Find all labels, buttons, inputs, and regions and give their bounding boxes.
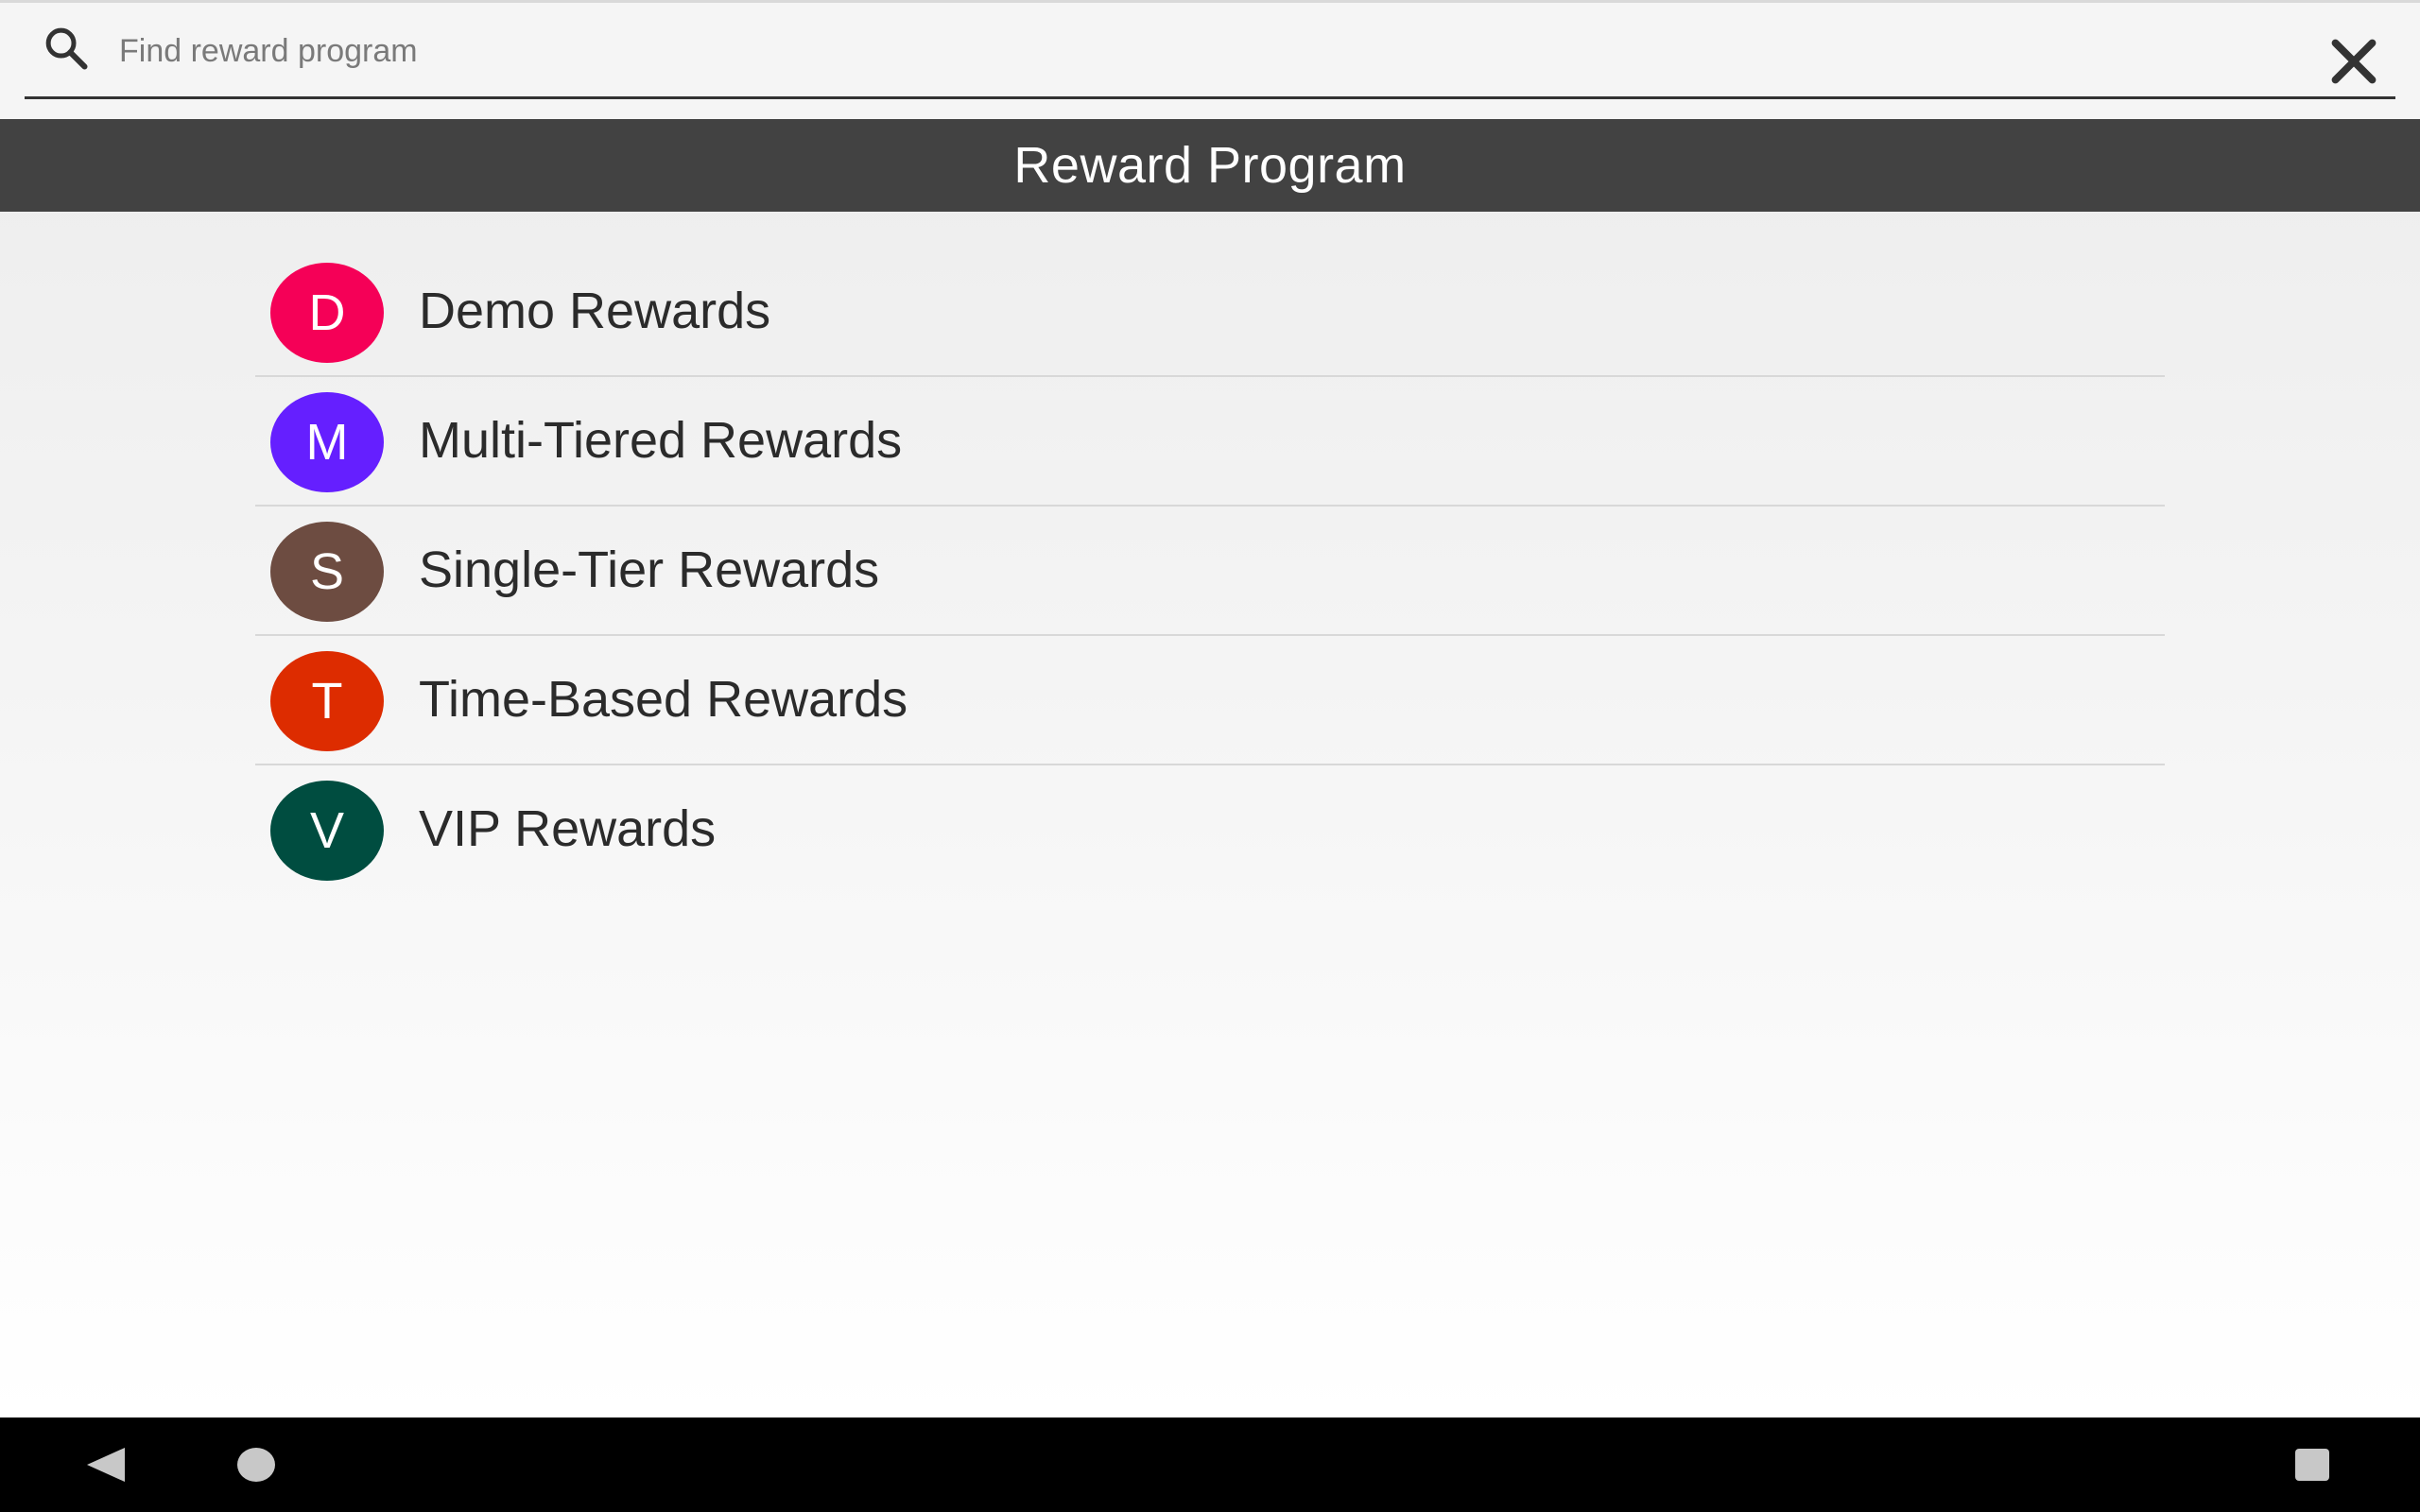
avatar: S — [270, 522, 384, 622]
program-name: Time-Based Rewards — [419, 671, 908, 728]
program-name: Demo Rewards — [419, 283, 771, 339]
program-item-vip-rewards[interactable]: V VIP Rewards — [255, 765, 2165, 895]
title-bar: Reward Program — [0, 119, 2420, 212]
program-list: D Demo Rewards M Multi-Tiered Rewards S … — [255, 248, 2165, 895]
avatar: M — [270, 392, 384, 492]
search-input[interactable] — [119, 26, 2274, 77]
avatar: V — [270, 781, 384, 881]
program-item-multi-tiered-rewards[interactable]: M Multi-Tiered Rewards — [255, 377, 2165, 507]
recents-square-icon[interactable] — [2295, 1449, 2329, 1481]
avatar: D — [270, 263, 384, 363]
page-title: Reward Program — [1013, 137, 1407, 194]
program-name: VIP Rewards — [419, 800, 717, 857]
avatar: T — [270, 651, 384, 751]
search-bar — [0, 0, 2420, 119]
close-icon[interactable] — [2329, 37, 2378, 86]
system-nav-bar — [0, 1418, 2420, 1512]
program-name: Single-Tier Rewards — [419, 541, 880, 598]
search-field — [25, 3, 2395, 99]
program-item-single-tier-rewards[interactable]: S Single-Tier Rewards — [255, 507, 2165, 636]
program-item-demo-rewards[interactable]: D Demo Rewards — [255, 248, 2165, 377]
home-circle-icon[interactable] — [237, 1448, 275, 1482]
program-item-time-based-rewards[interactable]: T Time-Based Rewards — [255, 636, 2165, 765]
search-icon — [45, 27, 88, 70]
program-name: Multi-Tiered Rewards — [419, 412, 903, 469]
reward-program-screen: Reward Program D Demo Rewards M Multi-Ti… — [0, 0, 2420, 1512]
back-triangle-icon[interactable] — [87, 1448, 125, 1482]
